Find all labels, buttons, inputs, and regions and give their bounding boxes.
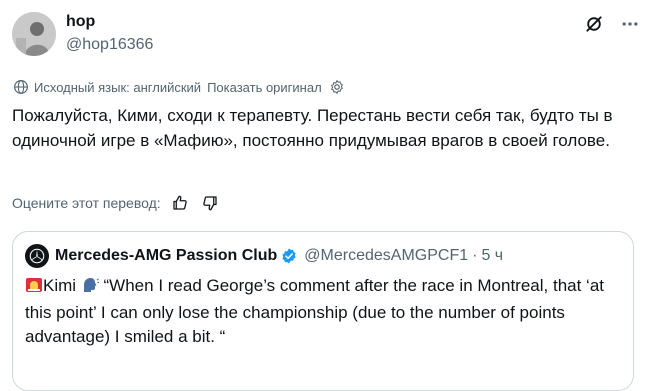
quoted-avatar[interactable] — [25, 244, 49, 268]
tweet-actions-top — [584, 14, 640, 34]
avatar-image — [12, 12, 56, 56]
source-language-label: Исходный язык: английский — [34, 79, 202, 95]
siren-emoji — [25, 276, 43, 301]
quoted-text-body: “When I read George’s comment after the … — [25, 276, 604, 346]
rate-translation: Оцените этот перевод: — [12, 194, 219, 212]
quoted-tweet-text: Kimi “When I read George’s comment after… — [25, 274, 623, 349]
translation-note: Исходный язык: английский Показать ориги… — [12, 78, 346, 96]
more-icon[interactable] — [620, 14, 640, 34]
quoted-author-handle[interactable]: @MercedesAMGPCF1 — [304, 247, 468, 265]
quoted-text-kimi: Kimi — [43, 276, 77, 295]
separator-dot: · — [472, 247, 478, 264]
avatar[interactable] — [12, 12, 56, 56]
author-name[interactable]: hop — [66, 13, 95, 31]
grok-icon[interactable] — [584, 14, 604, 34]
mercedes-star-icon — [29, 248, 45, 264]
thumb-down-icon[interactable] — [201, 194, 219, 212]
tweet-text: Пожалуйста, Кими, сходи к терапевту. Пер… — [12, 106, 613, 150]
author-handle[interactable]: @hop16366 — [66, 36, 153, 54]
show-original-link[interactable]: Показать оригинал — [207, 80, 322, 95]
quoted-author-name[interactable]: Mercedes-AMG Passion Club — [55, 247, 277, 265]
gear-icon[interactable] — [328, 78, 346, 96]
globe-icon — [14, 80, 28, 94]
verified-icon — [282, 248, 296, 264]
speaking-head-emoji — [81, 276, 99, 301]
quoted-timestamp[interactable]: 5 ч — [481, 247, 503, 265]
thumb-up-icon[interactable] — [171, 194, 189, 212]
quoted-tweet[interactable]: Mercedes-AMG Passion Club @MercedesAMGPC… — [12, 231, 634, 391]
rate-translation-label: Оцените этот перевод: — [12, 195, 161, 211]
quoted-tweet-header: Mercedes-AMG Passion Club @MercedesAMGPC… — [25, 244, 503, 268]
